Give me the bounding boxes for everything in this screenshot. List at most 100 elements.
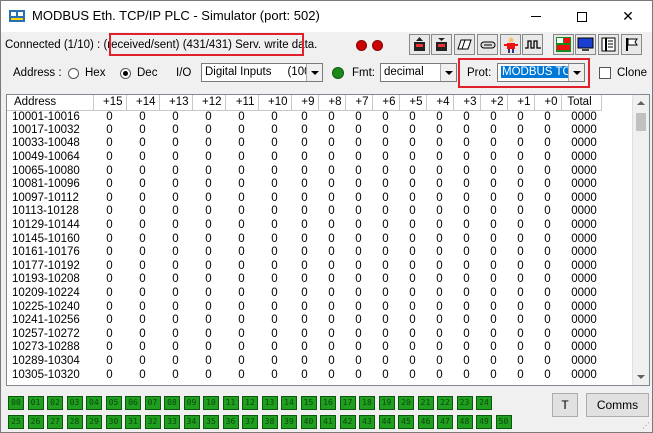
bit-cell[interactable]: 0 [345,273,372,287]
bit-cell[interactable]: 0 [507,178,534,192]
bit-cell[interactable]: 0 [159,205,192,219]
bit-cell[interactable]: 0 [453,328,480,342]
bit-cell[interactable]: 0 [453,192,480,206]
bit-cell[interactable]: 0 [345,287,372,301]
bit-cell[interactable]: 0 [318,178,345,192]
table-row[interactable]: 10033-10048 0 0 0 0 0 0 0 0 0 0 0 0 0 0 0 0 0000 [7,137,601,151]
bit-cell[interactable]: 0 [291,355,318,369]
bit-cell[interactable]: 0 [93,164,126,178]
bit-cell[interactable]: 0 [480,205,507,219]
bit-cell[interactable]: 0 [258,178,291,192]
bit-cell[interactable]: 0 [258,232,291,246]
bit-cell[interactable]: 0 [126,273,159,287]
link-icon[interactable] [477,34,498,55]
bit-cell[interactable]: 0 [291,287,318,301]
monitor-icon[interactable] [575,34,596,55]
bit-cell[interactable]: 0 [126,124,159,138]
bit-cell[interactable]: 0 [372,164,399,178]
bit-cell[interactable]: 0 [225,314,258,328]
bit-cell[interactable]: 0 [192,164,225,178]
bit-cell[interactable]: 0 [345,341,372,355]
bit-cell[interactable]: 0 [318,287,345,301]
person-icon[interactable] [500,34,521,55]
bit-cell[interactable]: 0 [453,110,480,124]
format-select[interactable]: decimal [380,63,457,82]
bit-cell[interactable]: 0 [399,205,426,219]
bit-cell[interactable]: 0 [426,300,453,314]
bit-cell[interactable]: 0 [480,192,507,206]
bit-cell[interactable]: 0 [318,260,345,274]
bit-cell[interactable]: 0 [159,328,192,342]
bit-cell[interactable]: 0 [291,273,318,287]
bit-cell[interactable]: 0 [480,341,507,355]
bit-cell[interactable]: 0 [534,137,561,151]
bit-cell[interactable]: 0 [318,124,345,138]
download-icon[interactable] [431,34,452,55]
bit-cell[interactable]: 0 [453,232,480,246]
bit-cell[interactable]: 0 [192,341,225,355]
bit-cell[interactable]: 0 [426,246,453,260]
bit-cell[interactable]: 0 [507,151,534,165]
bit-cell[interactable]: 0 [480,300,507,314]
bit-cell[interactable]: 0 [372,124,399,138]
bit-cell[interactable]: 0 [534,355,561,369]
bit-cell[interactable]: 0 [372,137,399,151]
bit-cell[interactable]: 0 [126,328,159,342]
total-cell[interactable]: 0000 [561,124,601,138]
bit-cell[interactable]: 0 [480,178,507,192]
bit-cell[interactable]: 0 [318,368,345,382]
close-button[interactable]: ✕ [605,1,651,32]
table-row[interactable]: 10145-10160 0 0 0 0 0 0 0 0 0 0 0 0 0 0 0 0 0000 [7,232,601,246]
bit-cell[interactable]: 0 [399,341,426,355]
bit-cell[interactable]: 0 [258,137,291,151]
bit-cell[interactable]: 0 [225,287,258,301]
scroll-thumb[interactable] [636,113,646,131]
bit-cell[interactable]: 0 [426,178,453,192]
bit-cell[interactable]: 0 [345,232,372,246]
table-row[interactable]: 10049-10064 0 0 0 0 0 0 0 0 0 0 0 0 0 0 0 0 0000 [7,151,601,165]
flag-icon[interactable] [621,34,642,55]
bit-cell[interactable]: 0 [258,341,291,355]
bit-cell[interactable]: 0 [345,164,372,178]
bit-cell[interactable]: 0 [159,300,192,314]
bit-cell[interactable]: 0 [93,137,126,151]
bit-cell[interactable]: 0 [453,273,480,287]
bit-cell[interactable]: 0 [159,314,192,328]
bit-cell[interactable]: 0 [480,246,507,260]
bit-cell[interactable]: 0 [372,328,399,342]
bit-cell[interactable]: 0 [345,260,372,274]
total-cell[interactable]: 0000 [561,205,601,219]
bit-cell[interactable]: 0 [534,192,561,206]
bit-cell[interactable]: 0 [453,287,480,301]
bit-cell[interactable]: 0 [426,192,453,206]
bit-cell[interactable]: 0 [345,178,372,192]
bit-cell[interactable]: 0 [480,164,507,178]
bit-cell[interactable]: 0 [159,124,192,138]
bit-cell[interactable]: 0 [93,110,126,124]
bit-cell[interactable]: 0 [480,328,507,342]
bit-cell[interactable]: 0 [318,164,345,178]
table-row[interactable]: 10209-10224 0 0 0 0 0 0 0 0 0 0 0 0 0 0 0 0 0000 [7,287,601,301]
bit-cell[interactable]: 0 [93,328,126,342]
total-cell[interactable]: 0000 [561,287,601,301]
bit-cell[interactable]: 0 [507,246,534,260]
eraser-icon[interactable] [454,34,475,55]
bit-cell[interactable]: 0 [192,232,225,246]
bit-cell[interactable]: 0 [480,314,507,328]
bit-cell[interactable]: 0 [192,287,225,301]
bit-cell[interactable]: 0 [225,164,258,178]
bit-cell[interactable]: 0 [372,232,399,246]
bit-cell[interactable]: 0 [453,246,480,260]
table-row[interactable]: 10241-10256 0 0 0 0 0 0 0 0 0 0 0 0 0 0 0 0 0000 [7,314,601,328]
bit-cell[interactable]: 0 [192,328,225,342]
bit-cell[interactable]: 0 [159,355,192,369]
bit-cell[interactable]: 0 [126,151,159,165]
bit-cell[interactable]: 0 [534,368,561,382]
total-cell[interactable]: 0000 [561,314,601,328]
bit-cell[interactable]: 0 [258,287,291,301]
bit-cell[interactable]: 0 [399,287,426,301]
bit-cell[interactable]: 0 [453,124,480,138]
bit-cell[interactable]: 0 [318,355,345,369]
bit-cell[interactable]: 0 [93,287,126,301]
table-row[interactable]: 10257-10272 0 0 0 0 0 0 0 0 0 0 0 0 0 0 0 0 0000 [7,328,601,342]
